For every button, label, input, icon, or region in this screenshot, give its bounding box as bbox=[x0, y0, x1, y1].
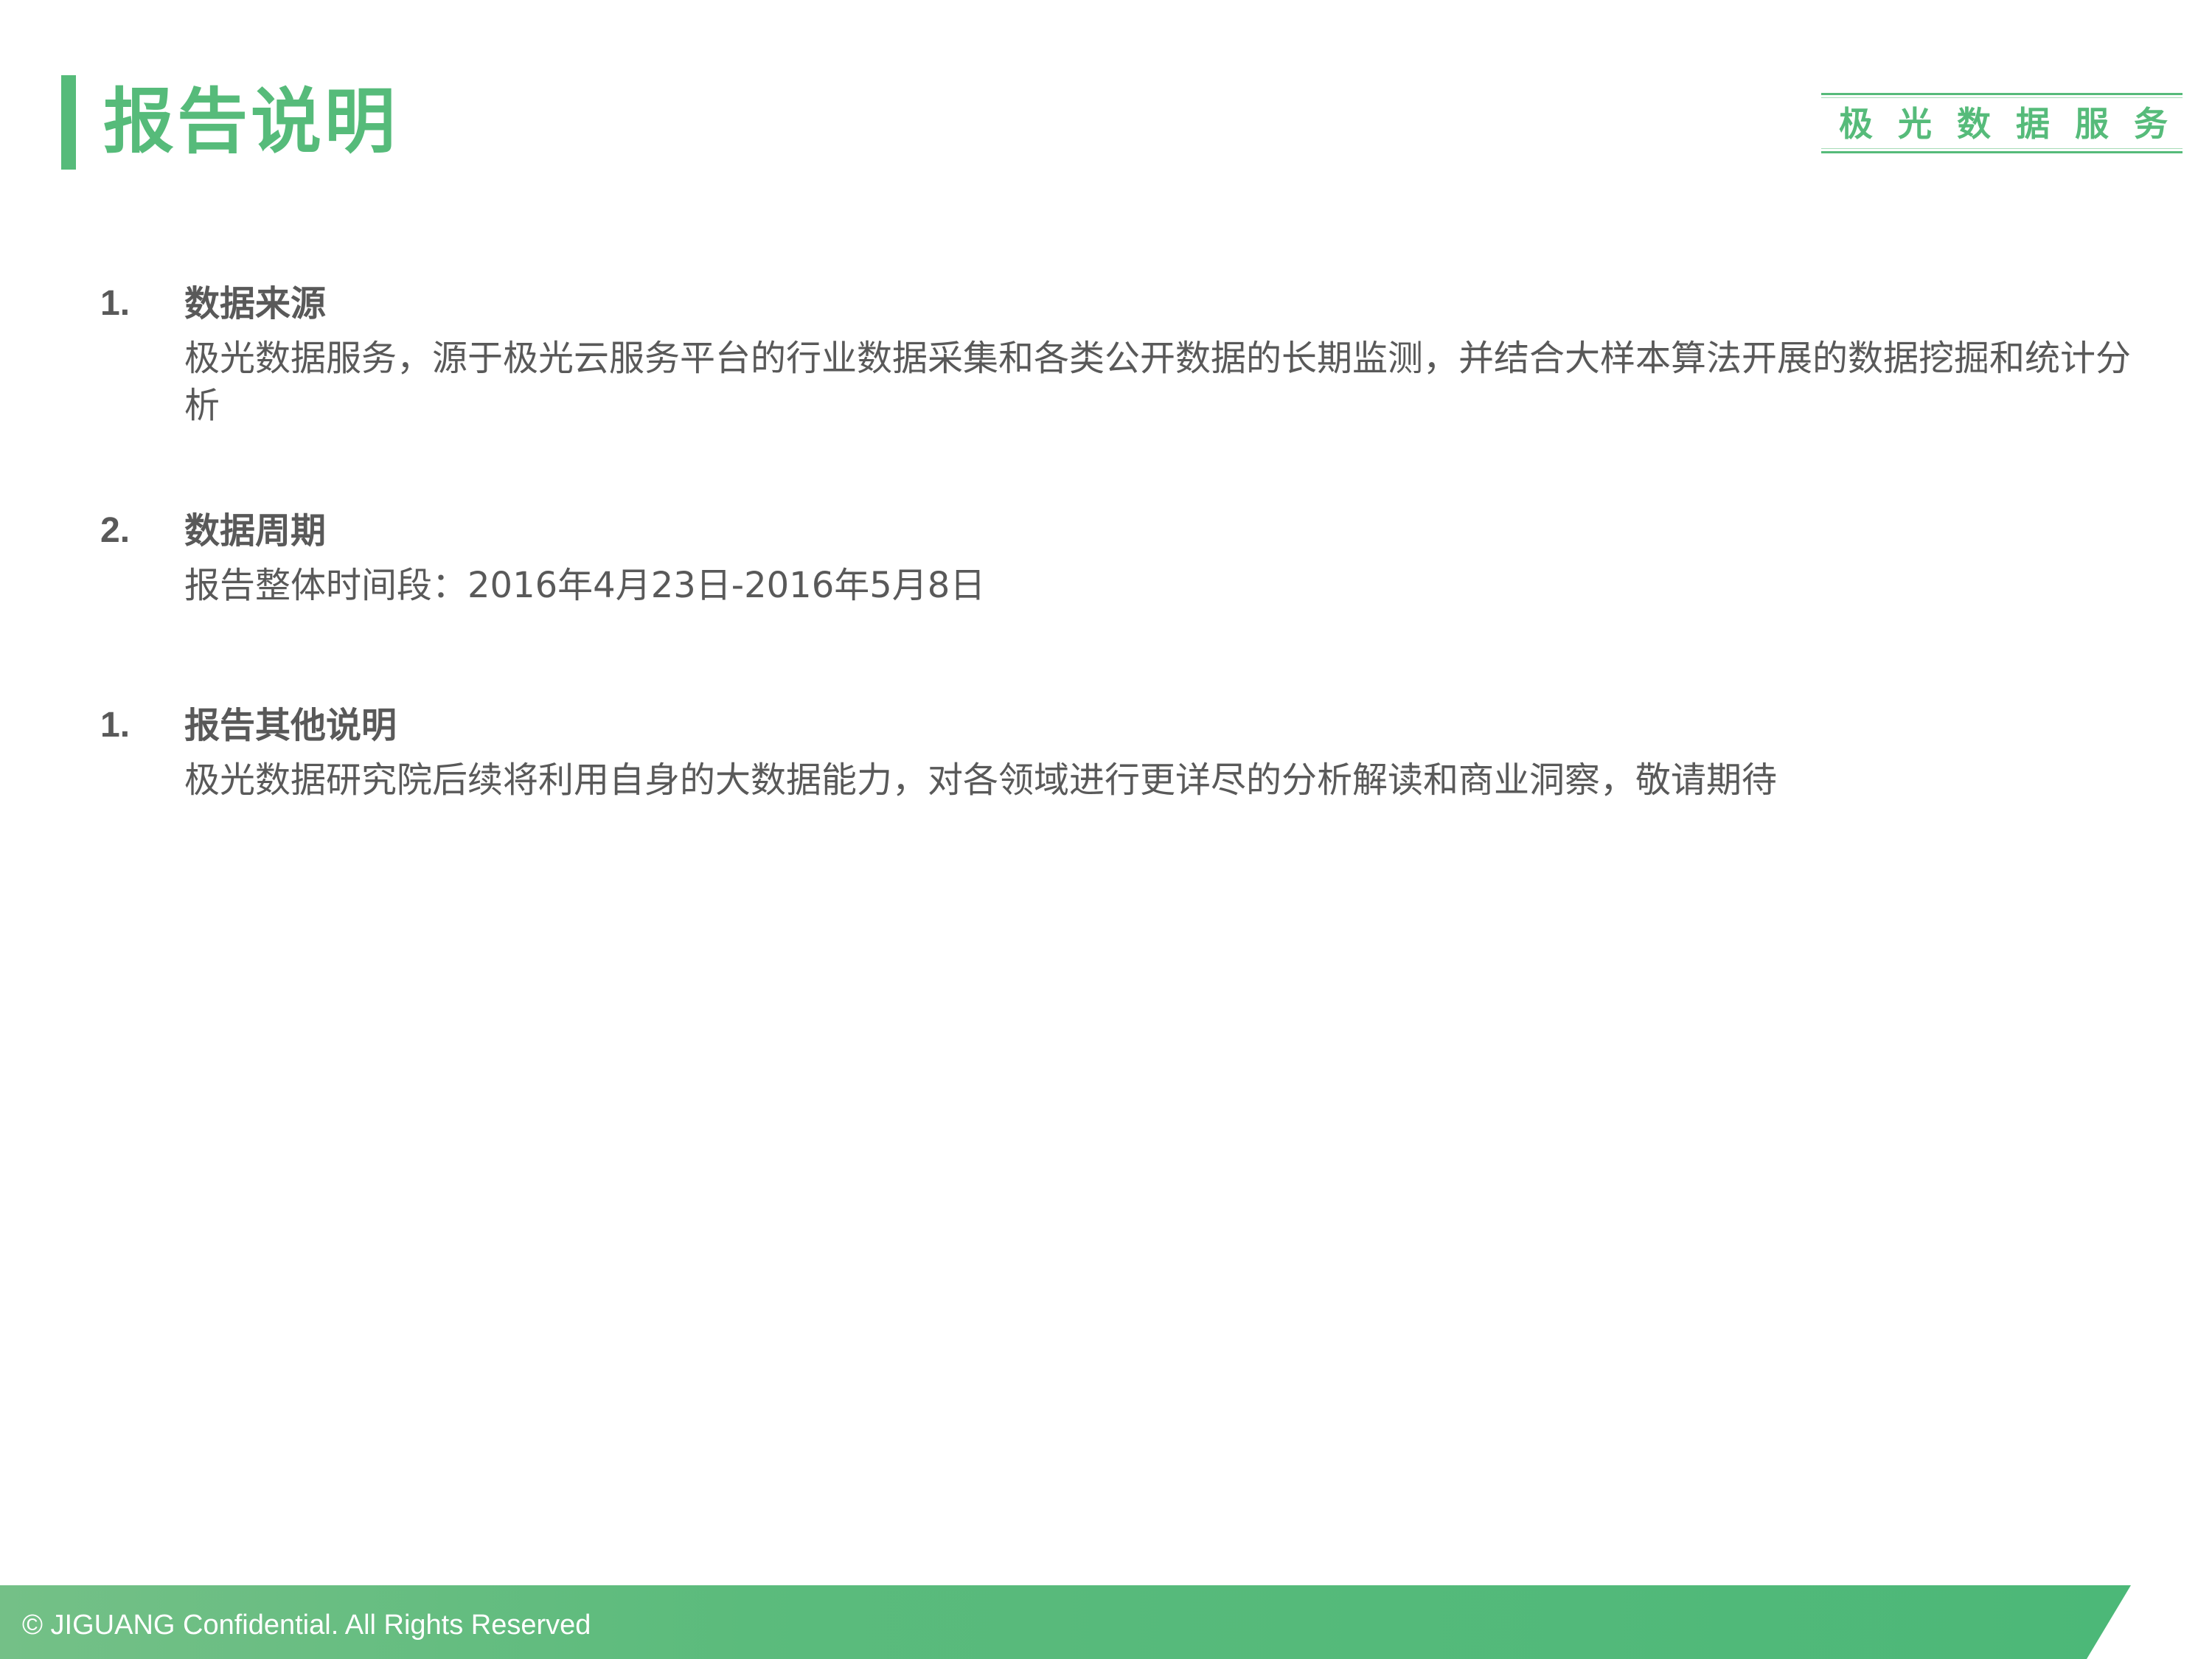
page-title: 报告说明 bbox=[103, 80, 398, 163]
brand-badge: 极光数据服务 bbox=[1821, 93, 2183, 153]
section-number: 1. bbox=[100, 284, 131, 323]
section-body: 报告整体时间段：2016年4月23日-2016年5月8日 bbox=[184, 565, 986, 606]
section-heading: 数据周期 bbox=[184, 510, 327, 552]
footer-copyright: © JIGUANG Confidential. All Rights Reser… bbox=[22, 1610, 591, 1641]
slide: 报告说明 极光数据服务 1. 数据来源 极光数据服务，源于极光云服务平台的行业数… bbox=[0, 0, 2212, 1659]
section-number: 2. bbox=[100, 511, 131, 550]
brand-label: 极光数据服务 bbox=[1839, 104, 2193, 144]
section-body: 极光数据服务，源于极光云服务平台的行业数据采集和各类公开数据的长期监测，并结合大… bbox=[184, 338, 2132, 426]
section-heading: 报告其他说明 bbox=[184, 705, 397, 746]
title-accent-bar bbox=[61, 75, 76, 170]
section-number: 1. bbox=[100, 706, 131, 745]
section-heading: 数据来源 bbox=[184, 283, 327, 324]
section-body: 极光数据研究院后续将利用自身的大数据能力，对各领域进行更详尽的分析解读和商业洞察… bbox=[184, 759, 1778, 801]
